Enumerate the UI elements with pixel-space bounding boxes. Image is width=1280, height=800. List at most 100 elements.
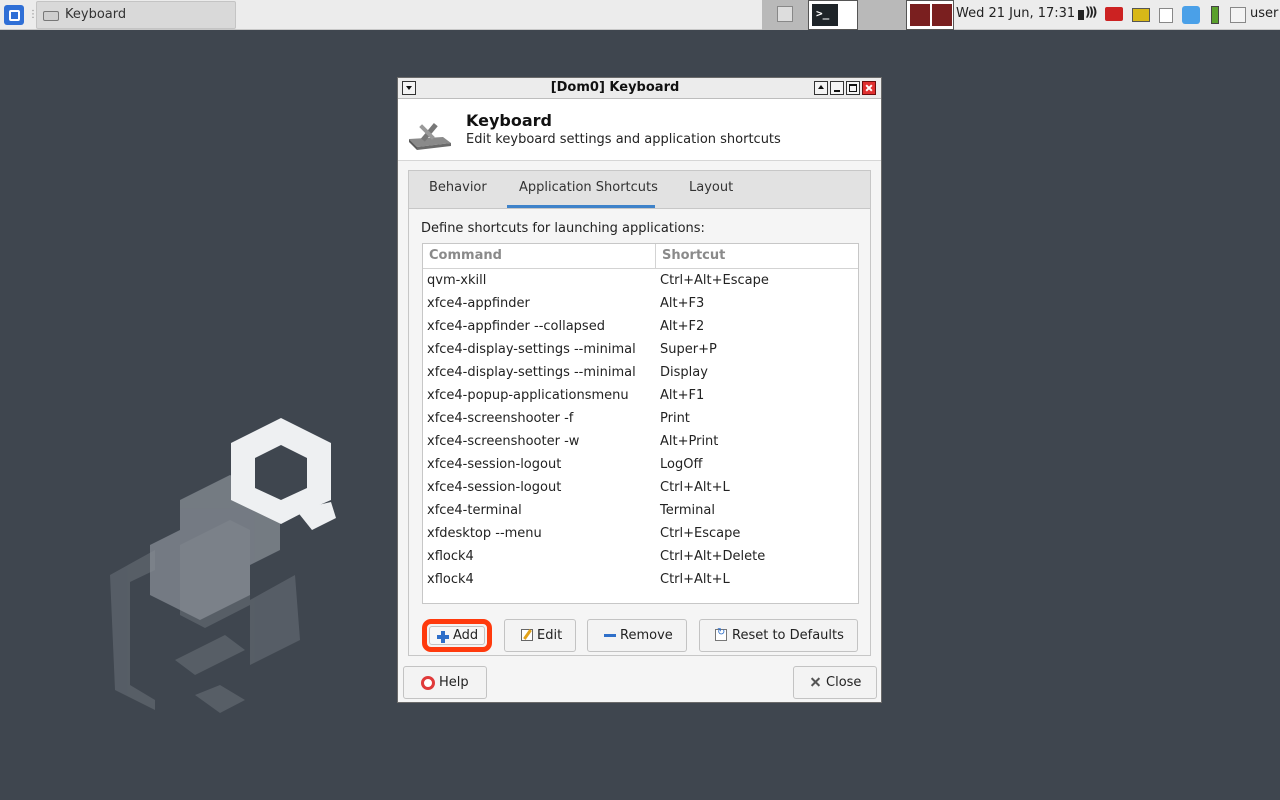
help-button[interactable]: Help (403, 666, 487, 699)
command-cell: xflock4 (427, 572, 474, 587)
taskbar-item-label: Keyboard (65, 7, 127, 22)
tab-bar: Behavior Application Shortcuts Layout (408, 170, 871, 208)
close-window-button[interactable] (862, 81, 876, 95)
window-thumbnail-icon (910, 4, 930, 26)
keyboard-settings-window: [Dom0] Keyboard Keyboard Edit keyboard s… (397, 77, 882, 703)
shortcut-cell: Ctrl+Alt+L (660, 480, 730, 495)
tab-layout[interactable]: Layout (689, 180, 733, 195)
display-icon[interactable] (1131, 5, 1153, 25)
table-row[interactable]: qvm-xkill Ctrl+Alt+Escape (423, 269, 858, 292)
shortcut-cell: Display (660, 365, 708, 380)
command-cell: xfce4-screenshooter -w (427, 434, 580, 449)
table-row[interactable]: xflock4 Ctrl+Alt+L (423, 568, 858, 591)
panel-handle-icon[interactable]: ⋮ (28, 7, 38, 23)
keyboard-icon (43, 11, 59, 21)
table-row[interactable]: xfce4-display-settings --minimal Display (423, 361, 858, 384)
shortcut-cell: Alt+F1 (660, 388, 705, 403)
qubes-menu-icon[interactable] (4, 5, 24, 25)
window-titlebar[interactable]: [Dom0] Keyboard (398, 78, 881, 99)
command-cell: xfce4-session-logout (427, 457, 562, 472)
help-lifebuoy-icon (421, 676, 435, 690)
shade-button[interactable] (814, 81, 828, 95)
workspace-2[interactable] (808, 0, 858, 30)
column-header-shortcut[interactable]: Shortcut (662, 248, 725, 263)
shortcuts-list[interactable]: Command Shortcut qvm-xkill Ctrl+Alt+Escap… (422, 243, 859, 604)
shortcut-cell: Ctrl+Alt+Delete (660, 549, 766, 564)
table-row[interactable]: xfce4-appfinder --collapsed Alt+F2 (423, 315, 858, 338)
minimize-button[interactable] (830, 81, 844, 95)
taskbar-item-keyboard[interactable]: Keyboard (36, 1, 236, 29)
command-cell: xfce4-appfinder --collapsed (427, 319, 605, 334)
shortcut-cell: Super+P (660, 342, 717, 357)
maximize-button[interactable] (846, 81, 860, 95)
battery-icon[interactable] (1208, 5, 1222, 25)
table-row[interactable]: xfce4-appfinder Alt+F3 (423, 292, 858, 315)
command-cell: qvm-xkill (427, 273, 487, 288)
window-title: [Dom0] Keyboard (550, 80, 680, 95)
shortcut-cell: Terminal (660, 503, 715, 518)
column-header-command[interactable]: Command (429, 248, 502, 263)
command-cell: xfce4-terminal (427, 503, 522, 518)
reset-icon (715, 627, 727, 641)
application-shortcuts-page: Define shortcuts for launching applicati… (408, 208, 871, 656)
edit-icon (521, 629, 533, 641)
table-row[interactable]: xfce4-display-settings --minimal Super+P (423, 338, 858, 361)
shortcut-cell: Alt+F3 (660, 296, 705, 311)
dialog-header: Keyboard Edit keyboard settings and appl… (398, 99, 881, 161)
column-divider[interactable] (655, 244, 656, 268)
reset-to-defaults-button[interactable]: Reset to Defaults (699, 619, 858, 652)
keyboard-tools-icon (409, 123, 451, 150)
edit-button-label: Edit (537, 628, 563, 643)
add-button-inner[interactable]: Add (429, 626, 485, 645)
table-row[interactable]: xfce4-screenshooter -f Print (423, 407, 858, 430)
close-button[interactable]: Close (793, 666, 877, 699)
shortcut-cell: Print (660, 411, 690, 426)
header-subtitle: Edit keyboard settings and application s… (466, 132, 781, 147)
shortcut-cell: Ctrl+Alt+Escape (660, 273, 769, 288)
edit-button[interactable]: Edit (504, 619, 576, 652)
top-panel: ⋮ Keyboard Wed 21 Jun, 17:31 user (0, 0, 1280, 30)
add-button[interactable]: Add (422, 619, 492, 652)
workspace-4[interactable] (906, 0, 954, 30)
table-row[interactable]: xfce4-popup-applicationsmenu Alt+F1 (423, 384, 858, 407)
clock[interactable]: Wed 21 Jun, 17:31 (956, 6, 1075, 21)
table-row[interactable]: xflock4 Ctrl+Alt+Delete (423, 545, 858, 568)
network-icon[interactable] (1104, 5, 1128, 25)
command-cell: xflock4 (427, 549, 474, 564)
user-menu[interactable]: user (1250, 6, 1278, 21)
table-row[interactable]: xfce4-session-logout LogOff (423, 453, 858, 476)
table-row[interactable]: xfce4-screenshooter -w Alt+Print (423, 430, 858, 453)
table-row[interactable]: xfdesktop --menu Ctrl+Escape (423, 522, 858, 545)
qubes-domains-icon[interactable] (1180, 5, 1204, 25)
define-shortcuts-label: Define shortcuts for launching applicati… (421, 221, 705, 236)
close-icon (810, 676, 822, 688)
command-cell: xfce4-popup-applicationsmenu (427, 388, 629, 403)
table-row[interactable]: xfce4-session-logout Ctrl+Alt+L (423, 476, 858, 499)
workspace-1[interactable] (762, 0, 808, 30)
shortcut-rows: qvm-xkill Ctrl+Alt+Escape xfce4-appfinder A… (423, 269, 858, 591)
command-cell: xfce4-display-settings --minimal (427, 342, 636, 357)
shortcut-cell: Ctrl+Escape (660, 526, 741, 541)
qubes-logo (110, 418, 336, 713)
tab-behavior[interactable]: Behavior (429, 180, 487, 195)
reset-button-label: Reset to Defaults (732, 628, 844, 643)
command-cell: xfce4-appfinder (427, 296, 530, 311)
header-title: Keyboard (466, 111, 552, 130)
tab-application-shortcuts[interactable]: Application Shortcuts (519, 180, 658, 195)
disk-icon[interactable] (1228, 5, 1248, 25)
settings-notebook: Behavior Application Shortcuts Layout De… (408, 170, 871, 656)
table-row[interactable]: xfce4-terminal Terminal (423, 499, 858, 522)
close-button-label: Close (826, 675, 862, 690)
shortcut-cell: Alt+Print (660, 434, 719, 449)
command-cell: xfdesktop --menu (427, 526, 542, 541)
command-cell: xfce4-display-settings --minimal (427, 365, 636, 380)
volume-icon[interactable] (1076, 5, 1100, 25)
remove-button[interactable]: Remove (587, 619, 687, 652)
shortcut-cell: Alt+F2 (660, 319, 705, 334)
shortcut-cell: LogOff (660, 457, 703, 472)
clipboard-icon[interactable] (1156, 5, 1178, 25)
workspace-3[interactable] (858, 0, 906, 30)
command-cell: xfce4-screenshooter -f (427, 411, 574, 426)
command-cell: xfce4-session-logout (427, 480, 562, 495)
plus-icon (437, 631, 449, 643)
